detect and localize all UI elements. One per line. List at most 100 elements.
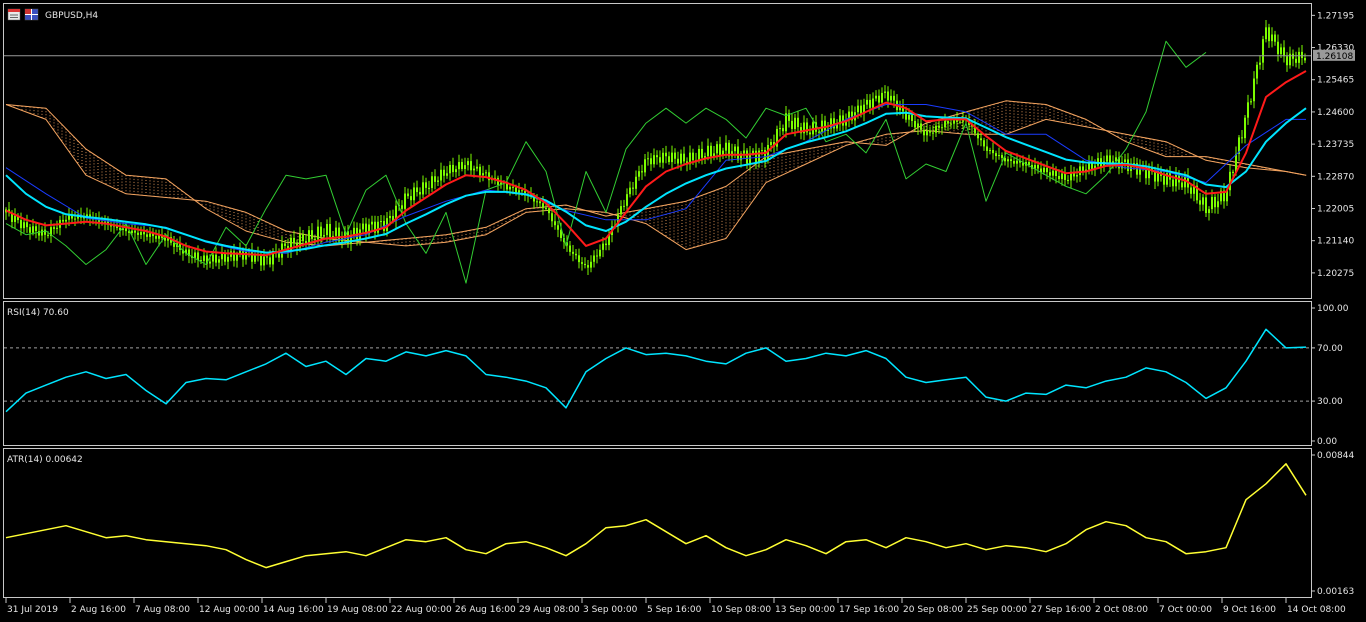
chart-window[interactable]: 1.271951.263301.254651.246001.237351.228… bbox=[0, 0, 1366, 622]
candle-body bbox=[260, 254, 262, 266]
candle-body bbox=[1301, 51, 1303, 58]
candle-body bbox=[323, 235, 325, 237]
price-tick-label: 1.27195 bbox=[1317, 11, 1354, 21]
candle-body bbox=[467, 161, 469, 166]
candle-body bbox=[755, 150, 757, 163]
candle-body bbox=[1262, 39, 1264, 63]
candle-body bbox=[1172, 179, 1174, 187]
time-tick-label: 2 Oct 08:00 bbox=[1095, 605, 1148, 615]
candle-body bbox=[650, 158, 652, 165]
candle-body bbox=[434, 176, 436, 182]
candle-body bbox=[362, 223, 364, 230]
candle-body bbox=[809, 132, 811, 135]
candle-body bbox=[1232, 171, 1234, 173]
candle-body bbox=[1247, 102, 1249, 118]
candle-body bbox=[371, 221, 373, 225]
candle-body bbox=[245, 251, 247, 260]
candle-body bbox=[1013, 161, 1015, 164]
time-tick-label: 26 Aug 16:00 bbox=[455, 605, 516, 615]
candle-body bbox=[938, 125, 940, 128]
candle-body bbox=[923, 129, 925, 136]
candle-body bbox=[23, 222, 25, 229]
candle-body bbox=[656, 155, 658, 158]
candle-body bbox=[623, 205, 625, 207]
candle-body bbox=[1298, 51, 1300, 63]
candle-body bbox=[521, 190, 523, 192]
candle-body bbox=[1271, 34, 1273, 42]
candle-body bbox=[1199, 200, 1201, 205]
candle-body bbox=[929, 130, 931, 133]
candle-body bbox=[692, 152, 694, 161]
candle-body bbox=[878, 95, 880, 103]
candle-body bbox=[707, 145, 709, 157]
candle-body bbox=[20, 220, 22, 229]
candle-body bbox=[998, 155, 1000, 157]
candle-body bbox=[947, 121, 949, 124]
price-tick-label: 1.22005 bbox=[1317, 204, 1354, 214]
time-tick-label: 14 Aug 16:00 bbox=[263, 605, 324, 615]
candle-body bbox=[596, 255, 598, 257]
candle-body bbox=[995, 153, 997, 157]
candle-body bbox=[1268, 27, 1270, 42]
candle-body bbox=[626, 194, 628, 206]
candle-body bbox=[983, 140, 985, 147]
time-tick-label: 14 Oct 08:00 bbox=[1287, 605, 1346, 615]
candle-body bbox=[56, 227, 58, 229]
candle-body bbox=[326, 223, 328, 236]
candle-body bbox=[410, 196, 412, 201]
candle-body bbox=[320, 226, 322, 237]
time-tick-label: 19 Aug 08:00 bbox=[327, 605, 388, 615]
candle-body bbox=[665, 152, 667, 157]
price-tick-label: 1.21140 bbox=[1317, 237, 1354, 247]
candle-body bbox=[593, 255, 595, 262]
candle-body bbox=[1181, 182, 1183, 188]
price-tick-label: 1.25465 bbox=[1317, 76, 1354, 86]
candle-body bbox=[1076, 175, 1078, 177]
candle-body bbox=[1124, 159, 1126, 162]
candle-body bbox=[1079, 166, 1081, 176]
candle-body bbox=[1286, 56, 1288, 66]
candle-body bbox=[941, 127, 943, 129]
candle-body bbox=[446, 173, 448, 176]
candle-body bbox=[515, 187, 517, 193]
candle-body bbox=[782, 128, 784, 132]
candle-body bbox=[710, 145, 712, 157]
current-price-label: 1.26108 bbox=[1316, 52, 1353, 62]
candle-body bbox=[1211, 196, 1213, 210]
candle-body bbox=[659, 157, 661, 163]
time-tick-label: 12 Aug 00:00 bbox=[199, 605, 260, 615]
time-tick-label: 7 Aug 08:00 bbox=[135, 605, 190, 615]
symbol-title-text: GBPUSD,H4 bbox=[45, 11, 98, 21]
candle-body bbox=[1004, 157, 1006, 162]
candle-body bbox=[269, 257, 271, 265]
candle-body bbox=[32, 226, 34, 233]
candle-body bbox=[584, 263, 586, 266]
time-tick-label: 29 Aug 08:00 bbox=[519, 605, 580, 615]
candle-body bbox=[1055, 170, 1057, 177]
candle-body bbox=[875, 95, 877, 99]
candle-body bbox=[647, 158, 649, 160]
candle-body bbox=[887, 91, 889, 101]
candle-body bbox=[74, 218, 76, 220]
candle-body bbox=[119, 227, 121, 230]
candle-body bbox=[134, 230, 136, 233]
candle-body bbox=[914, 120, 916, 128]
candle-body bbox=[557, 225, 559, 230]
candle-body bbox=[581, 262, 583, 264]
candle-body bbox=[881, 92, 883, 103]
candle-body bbox=[26, 222, 28, 228]
candle-body bbox=[35, 226, 37, 232]
candle-body bbox=[413, 187, 415, 201]
candle-body bbox=[683, 153, 685, 162]
candle-body bbox=[308, 230, 310, 244]
candle-body bbox=[1001, 155, 1003, 158]
candle-body bbox=[638, 171, 640, 177]
candle-body bbox=[1274, 34, 1276, 42]
candle-body bbox=[857, 105, 859, 113]
candle-body bbox=[485, 172, 487, 174]
candle-body bbox=[62, 219, 64, 222]
candle-body bbox=[548, 208, 550, 214]
candle-body bbox=[986, 146, 988, 151]
candle-body bbox=[41, 229, 43, 236]
candle-body bbox=[761, 150, 763, 152]
